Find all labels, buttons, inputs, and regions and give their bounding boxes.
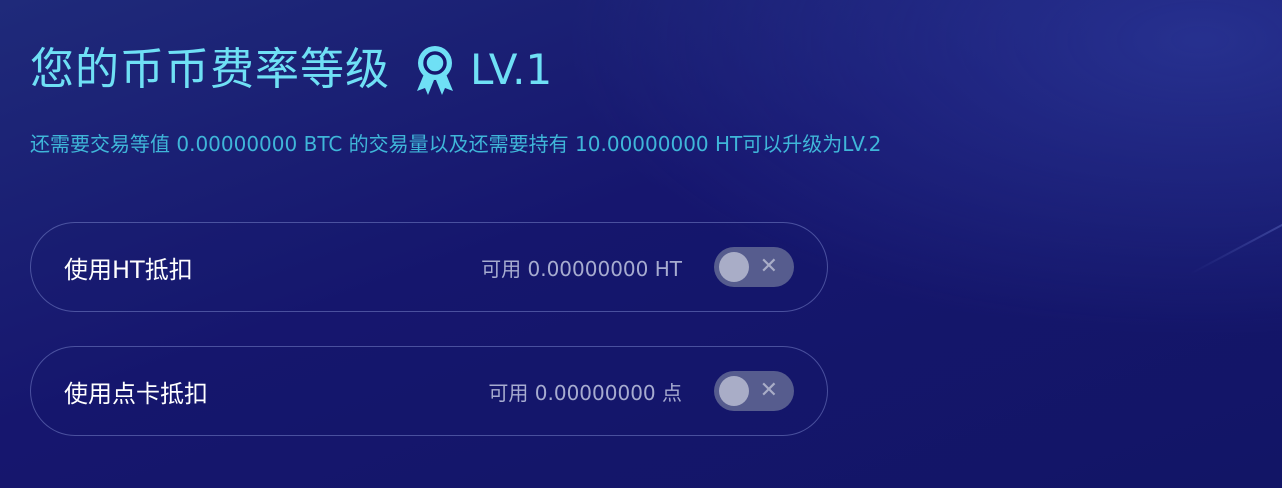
upgrade-requirement-text: 还需要交易等值 0.00000000 BTC 的交易量以及还需要持有 10.00… (30, 132, 882, 156)
ht-deduction-card: 使用HT抵扣 可用 0.00000000 HT ✕ (30, 222, 828, 312)
ht-available-balance: 可用 0.00000000 HT (481, 256, 682, 281)
decorative-light-streak (1189, 207, 1282, 275)
point-card-available-balance: 可用 0.00000000 点 (488, 380, 682, 405)
toggle-knob (719, 376, 749, 406)
toggle-knob (719, 252, 749, 282)
ht-deduction-toggle[interactable]: ✕ (714, 247, 794, 287)
fee-level-header: 您的币币费率等级 LV.1 (30, 40, 552, 100)
close-x-icon: ✕ (759, 378, 778, 403)
point-card-deduction-label: 使用点卡抵扣 (64, 379, 208, 408)
award-medal-icon (417, 46, 453, 95)
point-card-deduction-card: 使用点卡抵扣 可用 0.00000000 点 ✕ (30, 346, 828, 436)
close-x-icon: ✕ (759, 254, 778, 279)
page-title: 您的币币费率等级 (30, 44, 390, 95)
current-level: LV.1 (470, 45, 553, 94)
point-card-deduction-toggle[interactable]: ✕ (714, 371, 794, 411)
ht-deduction-label: 使用HT抵扣 (64, 255, 193, 284)
